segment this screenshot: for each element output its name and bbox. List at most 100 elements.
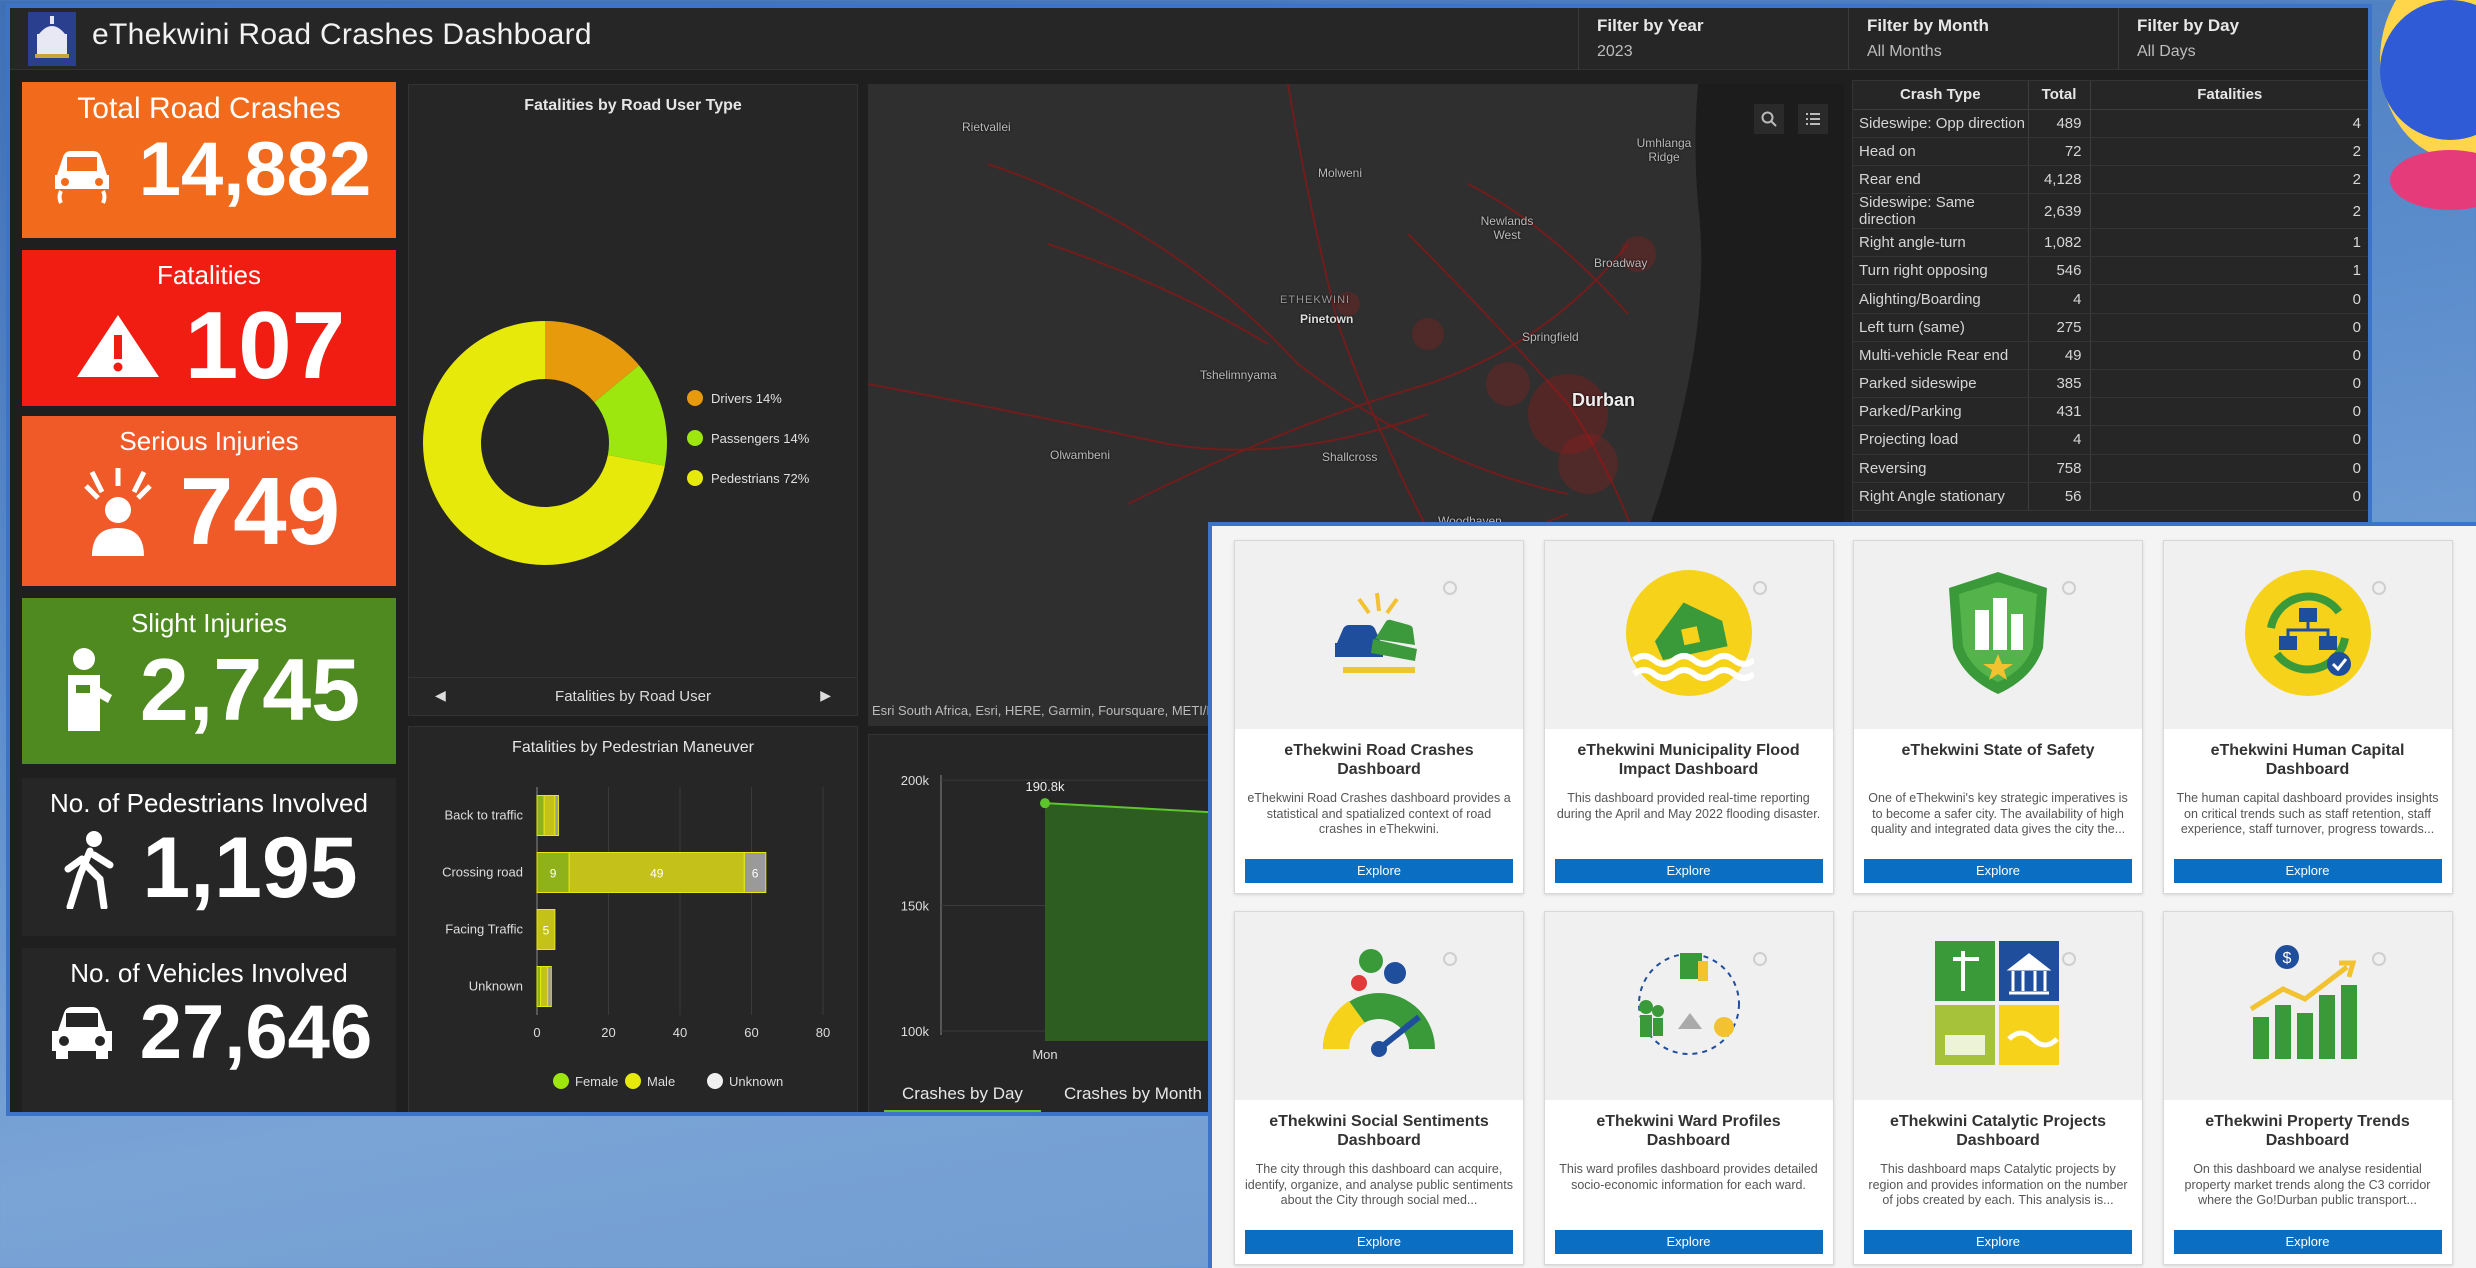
table-row[interactable]: Right angle-turn 1,082 1: [1853, 228, 2368, 258]
card-title: eThekwini Property Trends Dashboard: [2205, 1113, 2410, 1149]
card-description: This dashboard provided real-time report…: [1556, 791, 1821, 821]
data-point[interactable]: [1040, 798, 1050, 809]
fatalities-cell: 0: [2089, 454, 2368, 483]
lock-icon: [2371, 952, 2386, 966]
table-row[interactable]: Sideswipe: Opp direction 489 4: [1853, 109, 2368, 138]
explore-button[interactable]: Explore: [1864, 1230, 2132, 1254]
kpi-title: Total Road Crashes: [77, 92, 341, 125]
card-thumbnail: [1544, 541, 1833, 729]
dashboard-card[interactable]: $ eThekwini Property Trends Dashboard On t…: [2162, 911, 2453, 1265]
bar-segment-female[interactable]: [536, 795, 545, 836]
dashboard-gallery: eThekwini Road Crashes Dashboard eThekwin…: [1208, 522, 2476, 1268]
table-row[interactable]: Head on 72 2: [1853, 137, 2368, 166]
legend-swatch: [625, 1073, 641, 1089]
total-cell: 56: [2027, 482, 2090, 511]
bar-segment-unknown[interactable]: [554, 795, 559, 836]
search-icon[interactable]: [1754, 104, 1784, 134]
explore-button[interactable]: Explore: [1245, 859, 1513, 883]
donut-footer: ◀ Fatalities by Road User ▶: [409, 677, 857, 715]
table-row[interactable]: Parked sideswipe 385 0: [1853, 369, 2368, 399]
lock-icon: [2062, 581, 2076, 595]
dashboard-card[interactable]: eThekwini Road Crashes Dashboard eThekwin…: [1234, 540, 1524, 894]
legend-swatch: [687, 390, 703, 406]
fatalities-cell: 0: [2089, 341, 2368, 371]
filter-month[interactable]: Filter by Month All Months: [1848, 8, 2118, 70]
bar-segment-unknown[interactable]: [547, 966, 552, 1007]
table-row[interactable]: Right Angle stationary 56 0: [1853, 482, 2368, 511]
crash-type-cell: Parked sideswipe: [1853, 369, 2028, 399]
card-thumbnail: [1235, 912, 1523, 1100]
column-header[interactable]: Fatalities: [2089, 81, 2368, 110]
table-row[interactable]: Parked/Parking 431 0: [1853, 397, 2368, 427]
explore-button[interactable]: Explore: [2173, 859, 2442, 883]
card-title: eThekwini Road Crashes Dashboard: [1284, 742, 1474, 778]
dashboard-card[interactable]: eThekwini State of Safety One of eThekwin…: [1853, 540, 2143, 894]
column-header[interactable]: Crash Type: [1853, 81, 2028, 110]
dashboard-card[interactable]: eThekwini Municipality Flood Impact Dash…: [1543, 540, 1834, 894]
kpi-title: No. of Pedestrians Involved: [50, 788, 368, 818]
lock-icon: [1443, 581, 1457, 595]
filter-month-value[interactable]: All Months: [1867, 43, 2100, 61]
legend-swatch: [687, 470, 703, 486]
kpi-slight-injuries: Slight Injuries 2,745: [22, 598, 396, 764]
kpi-total-crashes: Total Road Crashes 14,882: [22, 82, 396, 238]
filter-day[interactable]: Filter by Day All Days: [2118, 8, 2368, 70]
data-label: 190.8k: [1025, 779, 1065, 794]
table-row[interactable]: Turn right opposing 546 1: [1853, 256, 2368, 286]
tab-crashes-by-day[interactable]: Crashes by Day: [884, 1078, 1041, 1112]
filter-month-label: Filter by Month: [1867, 16, 1989, 35]
kpi-value: 14,882: [138, 127, 372, 212]
lock-icon: [1752, 952, 1767, 966]
card-description: The city through this dashboard can acqu…: [1245, 1162, 1513, 1207]
dashboard-card[interactable]: eThekwini Human Capital Dashboard The hum…: [2162, 540, 2453, 894]
explore-button[interactable]: Explore: [1554, 859, 1823, 883]
bar-data-label: 6: [752, 867, 759, 881]
dashboard-card[interactable]: eThekwini Social Sentiments Dashboard The…: [1234, 911, 1524, 1265]
x-tick-label: 40: [673, 1025, 687, 1040]
fatalities-cell: 0: [2089, 397, 2368, 427]
dashboard-card[interactable]: eThekwini Catalytic Projects Dashboard Th…: [1853, 911, 2143, 1265]
table-row[interactable]: Projecting load 4 0: [1853, 425, 2368, 455]
catalytic-projects-icon: [1933, 939, 2063, 1074]
kpi-value: 749: [179, 458, 341, 565]
explore-button[interactable]: Explore: [1245, 1230, 1513, 1254]
table-row[interactable]: Rear end 4,128 2: [1853, 165, 2368, 195]
hurt-person-icon: [58, 645, 118, 735]
table-row[interactable]: Sideswipe: Same direction 2,639 2: [1853, 193, 2368, 230]
filter-day-value[interactable]: All Days: [2137, 43, 2368, 61]
table-header-row: Crash Type Total Fatalities: [1853, 81, 2368, 110]
table-row[interactable]: Reversing 758 0: [1853, 454, 2368, 483]
table-row[interactable]: Alighting/Boarding 4 0: [1853, 284, 2368, 314]
map-place-label: Newlands West: [1480, 214, 1534, 242]
map-place-label: Molweni: [1318, 166, 1363, 180]
table-row[interactable]: Multi-vehicle Rear end 49 0: [1853, 341, 2368, 371]
chevron-right-icon[interactable]: ▶: [820, 687, 831, 704]
crash-type-cell: Right Angle stationary: [1853, 482, 2028, 511]
road-user-type-panel: Fatalities by Road User Type Drivers 14%…: [408, 84, 858, 716]
table-row[interactable]: Left turn (same) 275 0: [1853, 313, 2368, 342]
bar-segment-male[interactable]: [543, 795, 556, 836]
explore-button[interactable]: Explore: [1554, 1230, 1823, 1254]
y-tick-label: 150k: [901, 899, 930, 914]
filter-year[interactable]: Filter by Year 2023: [1578, 8, 1848, 70]
layer-list-icon[interactable]: [1798, 104, 1828, 134]
legend-label: Passengers 14%: [711, 431, 810, 446]
donut-footer-label: Fatalities by Road User: [555, 688, 711, 705]
fatalities-cell: 0: [2089, 284, 2368, 314]
fatalities-cell: 4: [2089, 109, 2368, 138]
explore-button[interactable]: Explore: [2173, 1230, 2442, 1254]
explore-button[interactable]: Explore: [1864, 859, 2132, 883]
dashboard-card[interactable]: eThekwini Ward Profiles Dashboard This wa…: [1543, 911, 1834, 1265]
tab-crashes-by-month[interactable]: Crashes by Month: [1046, 1078, 1220, 1110]
kpi-value: 27,646: [139, 990, 373, 1075]
kpi-value: 107: [184, 292, 346, 399]
ward-profiles-icon: [1624, 939, 1754, 1074]
filter-year-value[interactable]: 2023: [1597, 43, 1830, 61]
total-cell: 4: [2027, 425, 2090, 455]
column-header[interactable]: Total: [2027, 81, 2090, 110]
bar-segment-female[interactable]: [536, 966, 542, 1007]
bar-segment-male[interactable]: [540, 966, 549, 1007]
kpi-title: Slight Injuries: [130, 608, 288, 638]
crash-type-cell: Multi-vehicle Rear end: [1853, 341, 2028, 371]
kpi-fatalities: Fatalities 107: [22, 250, 396, 406]
